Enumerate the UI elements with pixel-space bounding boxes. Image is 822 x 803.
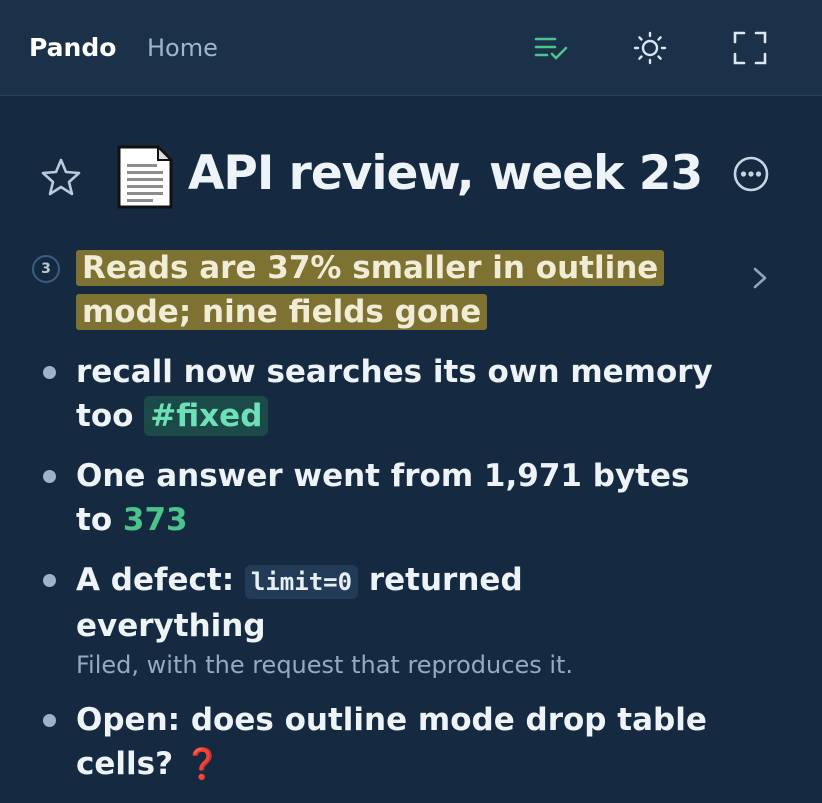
page-title[interactable]: API review, week 23 [188, 146, 703, 201]
bullet-icon[interactable] [43, 470, 56, 483]
chevron-right-icon[interactable] [750, 258, 770, 302]
item-text: Open: does outline mode drop table cells… [76, 702, 707, 782]
top-bar: Pando Home [0, 0, 822, 96]
list-item[interactable]: One answer went from 1,971 bytes to 373 [0, 454, 716, 542]
highlighted-text: Reads are 37% smaller in outline mode; n… [76, 250, 665, 330]
list-item[interactable]: Open: does outline mode drop table cells… [0, 698, 716, 787]
children-count-badge[interactable]: 3 [32, 255, 60, 283]
bullet-icon[interactable] [43, 366, 56, 379]
home-link[interactable]: Home [147, 34, 218, 62]
bullet-icon[interactable] [43, 574, 56, 587]
tag-fixed[interactable]: #fixed [144, 396, 269, 436]
number-value: 373 [122, 502, 188, 538]
list-item[interactable]: 3 Reads are 37% smaller in outline mode;… [0, 246, 767, 334]
inline-code: limit=0 [244, 565, 359, 599]
question-mark-emoji: ❓ [183, 747, 222, 782]
brand-logo[interactable]: Pando [29, 33, 116, 62]
list-item[interactable]: recall now searches its own memory too #… [0, 350, 716, 438]
item-note: Filed, with the request that reproduces … [76, 651, 574, 679]
outline-list-check-icon[interactable] [531, 28, 571, 68]
list-item[interactable]: A defect: limit=0 returned everything Fi… [0, 558, 716, 682]
fullscreen-icon[interactable] [730, 28, 770, 68]
more-options-icon[interactable] [731, 154, 771, 198]
sun-icon[interactable] [630, 28, 670, 68]
page-facing-up-icon [116, 144, 174, 214]
bullet-icon[interactable] [43, 714, 56, 727]
item-text: A defect: [76, 562, 235, 598]
outline-blocks: 3 Reads are 37% smaller in outline mode;… [0, 246, 822, 803]
page-header: API review, week 23 [0, 140, 822, 220]
favorite-star-icon[interactable] [40, 156, 82, 202]
